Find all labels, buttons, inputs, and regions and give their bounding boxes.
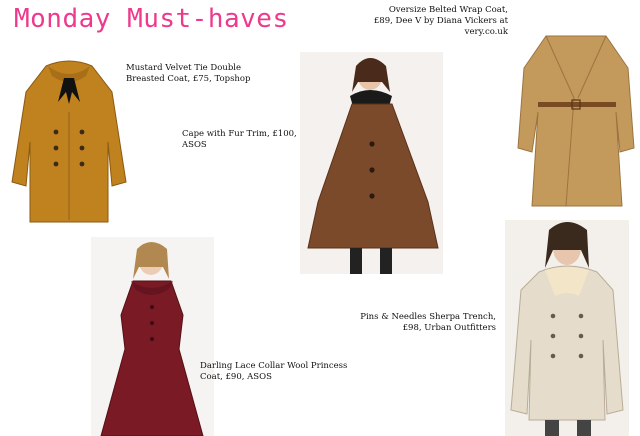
cape-image xyxy=(300,52,443,274)
page-title: Monday Must-haves xyxy=(14,4,289,34)
mustard-coat-image xyxy=(8,52,130,232)
princess-coat-image xyxy=(91,237,214,436)
mustard-coat-caption: Mustard Velvet Tie Double Breasted Coat,… xyxy=(126,63,251,84)
sherpa-trench-image xyxy=(505,220,629,436)
belted-coat-image xyxy=(516,28,636,212)
sherpa-trench-caption: Pins & Needles Sherpa Trench, £98, Urban… xyxy=(360,312,496,333)
princess-coat-caption: Darling Lace Collar Wool Princess Coat, … xyxy=(200,361,348,382)
cape-caption: Cape with Fur Trim, £100, ASOS xyxy=(182,129,297,150)
belted-coat-caption: Oversize Belted Wrap Coat, £89, Dee V by… xyxy=(373,5,508,37)
